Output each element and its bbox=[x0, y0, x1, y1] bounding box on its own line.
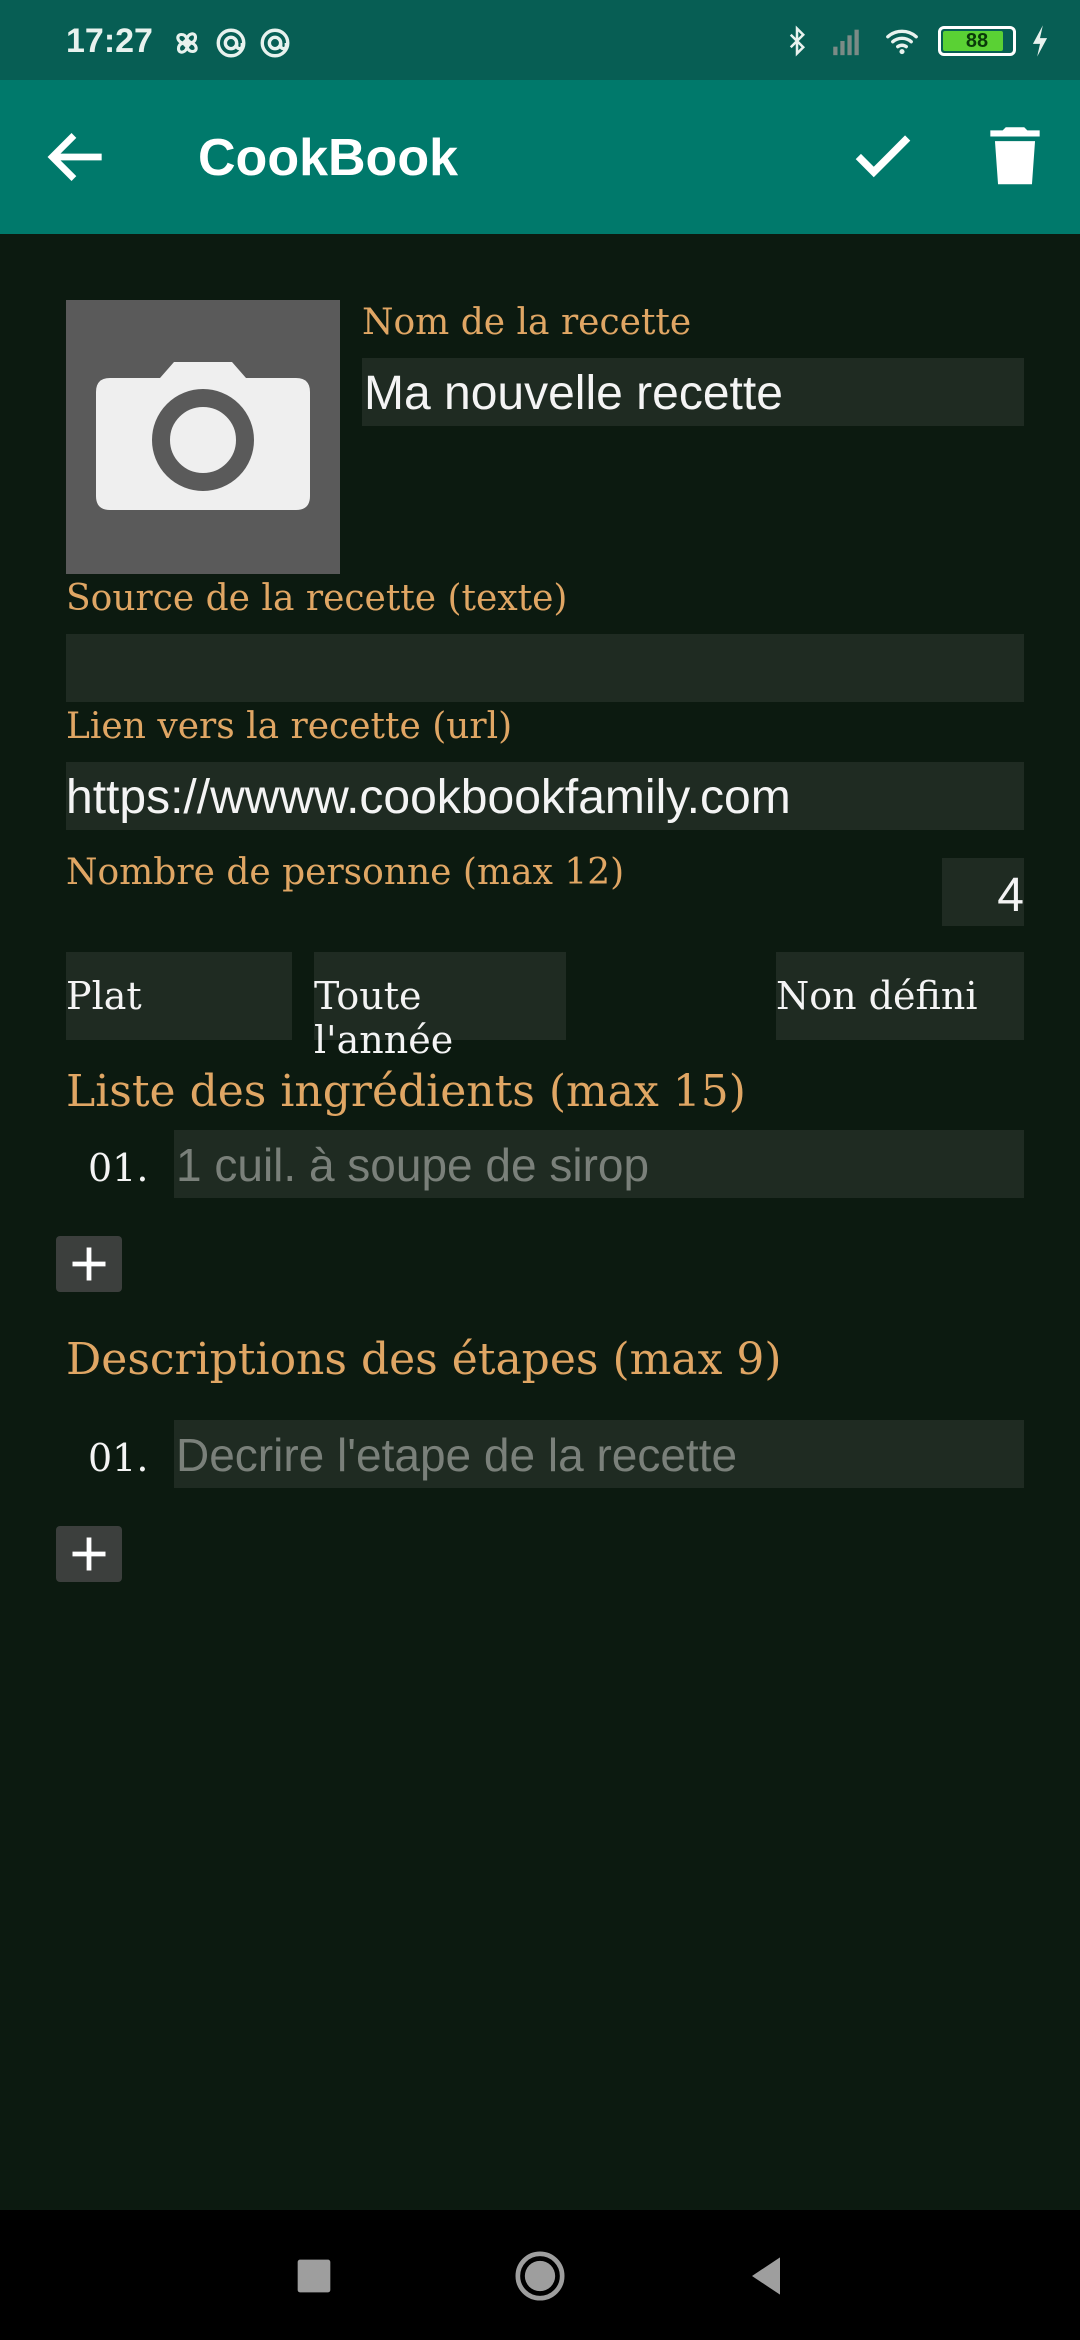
status-notifications bbox=[170, 26, 292, 60]
camera-icon bbox=[96, 362, 310, 510]
steps-label: Descriptions des étapes (max 9) bbox=[66, 1334, 782, 1385]
signal-icon bbox=[833, 29, 859, 56]
fan-icon bbox=[176, 32, 198, 54]
season-select[interactable]: Toute l'année bbox=[314, 952, 566, 1062]
plus-icon bbox=[72, 1537, 106, 1571]
bluetooth-icon bbox=[789, 25, 806, 57]
persons-field[interactable]: 4 bbox=[942, 858, 1024, 926]
plus-icon bbox=[72, 1247, 106, 1281]
back-arrow-icon[interactable] bbox=[40, 120, 114, 194]
add-ingredient-button[interactable] bbox=[56, 1236, 122, 1292]
status-system-icons: 88 bbox=[782, 24, 1050, 58]
recents-icon[interactable] bbox=[286, 2248, 342, 2304]
status-time: 17:27 bbox=[66, 22, 153, 60]
charging-icon bbox=[1032, 25, 1048, 57]
category-value: Plat bbox=[66, 974, 142, 1018]
status-bar: 17:27 88 bbox=[0, 0, 1080, 80]
battery-icon: 88 bbox=[938, 26, 1016, 56]
ingredient-placeholder: 1 cuil. à soupe de sirop bbox=[176, 1139, 650, 1191]
persons-value: 4 bbox=[997, 869, 1024, 922]
notification-icon bbox=[216, 28, 246, 58]
season-value: Toute l'année bbox=[314, 974, 454, 1062]
source-label: Source de la recette (texte) bbox=[66, 578, 568, 619]
link-field[interactable]: https://wwww.cookbookfamily.com bbox=[66, 762, 1024, 830]
persons-label: Nombre de personne (max 12) bbox=[66, 852, 625, 893]
category-select[interactable]: Plat bbox=[66, 952, 292, 1040]
step-input[interactable]: Decrire l'etape de la recette bbox=[174, 1420, 1024, 1488]
step-placeholder: Decrire l'etape de la recette bbox=[176, 1429, 738, 1481]
ingredient-index: 01. bbox=[88, 1146, 149, 1190]
difficulty-select[interactable]: Non défini bbox=[776, 952, 1024, 1040]
check-icon[interactable] bbox=[846, 118, 920, 192]
source-field[interactable] bbox=[66, 634, 1024, 702]
home-icon[interactable] bbox=[512, 2248, 568, 2304]
add-step-button[interactable] bbox=[56, 1526, 122, 1582]
recipe-name-label: Nom de la recette bbox=[362, 302, 692, 343]
battery-level: 88 bbox=[965, 30, 989, 52]
recipe-name-field[interactable]: Ma nouvelle recette bbox=[362, 358, 1024, 426]
notification-icon bbox=[260, 28, 290, 58]
wifi-icon bbox=[886, 29, 918, 55]
recipe-photo-picker[interactable] bbox=[66, 300, 340, 574]
recipe-name-value: Ma nouvelle recette bbox=[364, 367, 783, 420]
ingredients-label: Liste des ingrédients (max 15) bbox=[66, 1066, 746, 1117]
app-bar: CookBook bbox=[0, 80, 1080, 234]
system-nav-bar bbox=[0, 2210, 1080, 2340]
link-value: https://wwww.cookbookfamily.com bbox=[66, 771, 791, 824]
trash-icon[interactable] bbox=[978, 118, 1052, 192]
step-index: 01. bbox=[88, 1436, 149, 1480]
back-nav-icon[interactable] bbox=[738, 2248, 794, 2304]
app-title: CookBook bbox=[198, 129, 458, 187]
link-label: Lien vers la recette (url) bbox=[66, 706, 513, 747]
ingredient-input[interactable]: 1 cuil. à soupe de sirop bbox=[174, 1130, 1024, 1198]
difficulty-value: Non défini bbox=[776, 974, 978, 1018]
